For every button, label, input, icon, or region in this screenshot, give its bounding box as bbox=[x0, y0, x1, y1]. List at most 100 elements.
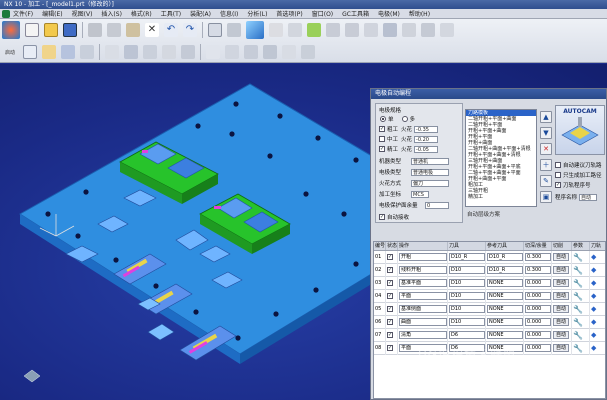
operation-select[interactable]: 开粗 bbox=[399, 253, 447, 261]
tool-select[interactable]: D10 bbox=[449, 292, 485, 300]
ref-tool-select[interactable]: NONE bbox=[487, 305, 523, 313]
ref-tool-select[interactable]: D10_R bbox=[487, 266, 523, 274]
toolpath-icon[interactable]: ◆ bbox=[590, 290, 605, 303]
menu-item-info[interactable]: 信息(I) bbox=[220, 9, 238, 18]
row-enable-checkbox[interactable] bbox=[387, 293, 393, 299]
radio-multi[interactable] bbox=[401, 116, 408, 122]
menu-item-format[interactable]: 格式(R) bbox=[131, 9, 152, 18]
replay-icon[interactable] bbox=[263, 45, 277, 59]
depth-input[interactable]: 0.000 bbox=[525, 305, 551, 313]
mid-checkbox[interactable] bbox=[379, 136, 385, 142]
generate-icon[interactable] bbox=[124, 45, 138, 59]
cut-button[interactable]: 自动 bbox=[553, 331, 570, 339]
rough-gap-input[interactable]: -0.35 bbox=[414, 125, 439, 133]
selection-icon[interactable] bbox=[440, 23, 454, 37]
template-list[interactable]: 刀路模板 二轴开粗+平面+曲面 二轴开粗+平面 开粗+平面+曲面 开粗+平面 开… bbox=[465, 109, 537, 207]
menu-item-tools[interactable]: 工具(T) bbox=[161, 9, 181, 18]
rough-checkbox[interactable] bbox=[379, 126, 385, 132]
tool-icon[interactable] bbox=[23, 45, 37, 59]
toolpath-icon[interactable]: ◆ bbox=[590, 316, 605, 329]
fit-view-icon[interactable] bbox=[208, 23, 222, 37]
postprocess-icon[interactable] bbox=[162, 45, 176, 59]
params-wrench-icon[interactable]: 🔧 bbox=[572, 250, 590, 264]
table-row[interactable]: 07 清角 D6 NONE 0.000 自动 🔧 ◆ bbox=[374, 328, 605, 342]
simulate-icon[interactable] bbox=[282, 45, 296, 59]
program-icon[interactable] bbox=[80, 45, 94, 59]
toolpath-icon[interactable]: ◆ bbox=[590, 264, 605, 277]
edit-template-icon[interactable]: ✎ bbox=[540, 175, 552, 187]
open-icon[interactable] bbox=[44, 23, 58, 37]
electrode-type-select[interactable]: 普通电极 bbox=[411, 168, 449, 176]
menu-item-file[interactable]: 文件(F) bbox=[13, 9, 33, 18]
ref-tool-select[interactable]: NONE bbox=[487, 292, 523, 300]
render-icon[interactable] bbox=[383, 23, 397, 37]
menu-item-gc-toolkit[interactable]: GC工具箱 bbox=[342, 9, 369, 18]
params-wrench-icon[interactable]: 🔧 bbox=[572, 263, 590, 277]
process-name-input[interactable]: 自动 bbox=[579, 193, 598, 201]
params-wrench-icon[interactable]: 🔧 bbox=[572, 328, 590, 342]
cut-button[interactable]: 自动 bbox=[553, 279, 570, 287]
row-enable-checkbox[interactable] bbox=[387, 306, 393, 312]
undo-icon[interactable]: ↶ bbox=[164, 23, 178, 37]
mid-gap-input[interactable]: -0.20 bbox=[414, 135, 439, 143]
menu-item-view[interactable]: 视图(V) bbox=[72, 9, 93, 18]
toolpath-no-checkbox[interactable] bbox=[555, 182, 561, 188]
params-wrench-icon[interactable]: 🔧 bbox=[572, 276, 590, 290]
spark-mode-select[interactable]: 偏刀 bbox=[411, 179, 449, 187]
copy-icon[interactable] bbox=[107, 23, 121, 37]
new-icon[interactable] bbox=[25, 23, 39, 37]
filter-icon[interactable] bbox=[402, 23, 416, 37]
toolpath-icon[interactable]: ◆ bbox=[590, 277, 605, 290]
auto-suggest-checkbox[interactable] bbox=[555, 162, 561, 168]
row-enable-checkbox[interactable] bbox=[387, 254, 393, 260]
operation-select[interactable]: 平面 bbox=[399, 292, 447, 300]
row-enable-checkbox[interactable] bbox=[387, 332, 393, 338]
shop-doc-icon[interactable] bbox=[181, 45, 195, 59]
menu-item-analysis[interactable]: 分析(L) bbox=[247, 9, 267, 18]
cut-button[interactable]: 自动 bbox=[553, 305, 570, 313]
add-template-icon[interactable]: ＋ bbox=[540, 159, 552, 171]
table-row[interactable]: 03 基准平面 D10 NONE 0.000 自动 🔧 ◆ bbox=[374, 276, 605, 290]
operation-select[interactable]: 基准平面 bbox=[399, 279, 447, 287]
feed-speed-icon[interactable] bbox=[206, 45, 220, 59]
depth-input[interactable]: 0.000 bbox=[525, 331, 551, 339]
wireframe-icon[interactable] bbox=[269, 23, 283, 37]
cut-button[interactable]: 自动 bbox=[553, 253, 570, 261]
cut-button[interactable]: 自动 bbox=[553, 266, 570, 274]
table-row[interactable]: 02 残料开粗 D10 D10_R 0.300 自动 🔧 ◆ bbox=[374, 263, 605, 277]
params-wrench-icon[interactable]: 🔧 bbox=[572, 315, 590, 329]
list-item[interactable]: 精加工 bbox=[466, 194, 536, 200]
menu-item-assembly[interactable]: 装配(A) bbox=[190, 9, 211, 18]
save-template-icon[interactable]: ▣ bbox=[540, 191, 552, 203]
menu-item-help[interactable]: 帮助(H) bbox=[409, 9, 430, 18]
depth-input[interactable]: 0.000 bbox=[525, 318, 551, 326]
auto-receive-checkbox[interactable] bbox=[379, 214, 385, 220]
toolpath-icon[interactable]: ◆ bbox=[590, 303, 605, 316]
fine-checkbox[interactable] bbox=[379, 146, 385, 152]
layer-icon[interactable] bbox=[307, 23, 321, 37]
operation-select[interactable]: 基准侧面 bbox=[399, 305, 447, 313]
paste-icon[interactable] bbox=[126, 23, 140, 37]
tool-select[interactable]: D10_R bbox=[449, 253, 485, 261]
tool-select[interactable]: D6 bbox=[449, 331, 485, 339]
table-row[interactable]: 05 基准侧面 D10 NONE 0.000 自动 🔧 ◆ bbox=[374, 302, 605, 316]
params-wrench-icon[interactable]: 🔧 bbox=[572, 302, 590, 316]
cut-button[interactable]: 自动 bbox=[553, 292, 570, 300]
toolpath-icon[interactable]: ◆ bbox=[590, 342, 605, 355]
row-enable-checkbox[interactable] bbox=[387, 267, 393, 273]
view-orient-icon[interactable] bbox=[227, 23, 241, 37]
menu-item-edit[interactable]: 编辑(E) bbox=[42, 9, 62, 18]
move-down-icon[interactable]: ▼ bbox=[540, 127, 552, 139]
table-row[interactable]: 01 开粗 D10_R D10_R 0.300 自动 🔧 ◆ bbox=[374, 250, 605, 264]
ref-tool-select[interactable]: NONE bbox=[487, 331, 523, 339]
geometry-icon[interactable] bbox=[42, 45, 56, 59]
save-icon[interactable] bbox=[63, 23, 77, 37]
tool-select[interactable]: D10 bbox=[449, 305, 485, 313]
machine-coord-select[interactable]: MCS bbox=[411, 190, 429, 198]
toolpath-icon[interactable]: ◆ bbox=[590, 251, 605, 264]
depth-input[interactable]: 0.000 bbox=[525, 279, 551, 287]
cut-button[interactable]: 自动 bbox=[553, 344, 570, 352]
shaded-view-icon[interactable] bbox=[246, 21, 264, 39]
operation-select[interactable]: 曲面 bbox=[399, 318, 447, 326]
machine-type-select[interactable]: 普通机 bbox=[411, 157, 449, 165]
